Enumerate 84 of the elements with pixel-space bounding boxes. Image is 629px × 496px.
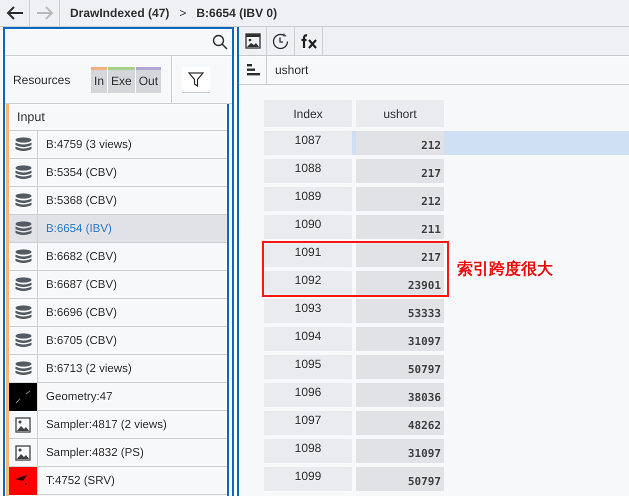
resource-item[interactable]: Geometry:47 <box>9 383 227 411</box>
resources-label: Resources <box>12 72 72 86</box>
value-cell: 48262 <box>356 411 444 435</box>
database-icon <box>14 164 32 180</box>
resource-item[interactable]: B:6705 (CBV) <box>9 327 227 355</box>
resource-item[interactable]: B:6696 (CBV) <box>9 299 227 327</box>
image-icon <box>244 33 260 49</box>
value-cell: 31097 <box>356 327 444 351</box>
database-icon <box>14 192 32 208</box>
index-cell: 1093 <box>264 299 352 323</box>
index-cell: 1091 <box>264 243 352 267</box>
value-cell: 212 <box>356 131 444 155</box>
resource-item[interactable]: B:5354 (CBV) <box>9 159 227 187</box>
filter-toggle[interactable]: In <box>91 66 108 92</box>
resource-item[interactable]: B:6713 (2 views) <box>9 355 227 383</box>
index-cell: 1089 <box>264 187 352 211</box>
index-cell: 1092 <box>264 271 352 295</box>
index-cell: 1087 <box>264 131 352 155</box>
table-row[interactable]: 1094 31097 <box>264 327 629 351</box>
table-row[interactable]: 1088 217 <box>264 159 629 183</box>
texture-thumbnail <box>9 466 37 494</box>
resource-item[interactable]: B:4759 (3 views) <box>9 131 227 159</box>
table-row[interactable]: 1092 23901 <box>264 271 444 295</box>
bar-list-icon <box>246 63 260 77</box>
filter-button[interactable] <box>182 66 210 92</box>
table-row[interactable]: 1099 50797 <box>264 467 629 491</box>
breadcrumb-item[interactable]: B:6654 (IBV 0) <box>196 6 278 20</box>
table-row[interactable]: 1095 50797 <box>264 355 629 379</box>
value-cell: 211 <box>356 215 444 239</box>
database-icon <box>14 332 32 348</box>
value-cell: 31097 <box>356 439 444 463</box>
geometry-thumbnail <box>9 382 37 410</box>
table-row[interactable]: 1098 31097 <box>264 439 629 463</box>
value-cell: 217 <box>356 243 444 267</box>
index-cell: 1090 <box>264 215 352 239</box>
value-cell: 217 <box>356 159 444 183</box>
resource-item[interactable]: T:4752 (SRV) <box>9 467 227 495</box>
image-icon <box>15 416 31 432</box>
index-cell: 1097 <box>264 411 352 435</box>
database-icon <box>14 360 32 376</box>
database-icon <box>14 136 32 152</box>
table-row[interactable]: 1089 212 <box>264 187 629 211</box>
column-header: Index <box>264 100 352 127</box>
index-cell: 1088 <box>264 159 352 183</box>
format-text[interactable]: ushort <box>267 63 308 77</box>
value-cell: 38036 <box>356 383 444 407</box>
index-cell: 1094 <box>264 327 352 351</box>
index-cell: 1096 <box>264 383 352 407</box>
resource-item[interactable]: Sampler:4832 (PS) <box>9 439 227 467</box>
database-icon <box>14 248 32 264</box>
table-row[interactable]: 1091 217 <box>264 243 444 267</box>
search-icon <box>212 34 228 50</box>
index-cell: 1099 <box>264 467 352 491</box>
image-icon <box>15 444 31 460</box>
value-cell: 53333 <box>356 299 444 323</box>
annotation-text: 索引跨度很大 <box>457 258 553 280</box>
function-icon <box>300 34 317 48</box>
value-cell: 23901 <box>356 271 444 295</box>
table-row[interactable]: 1090 211 <box>264 215 629 239</box>
table-row[interactable]: 1096 38036 <box>264 383 629 407</box>
forward-arrow-icon <box>36 6 54 20</box>
filter-toggle[interactable]: Out <box>136 66 162 92</box>
resource-item[interactable]: Sampler:4817 (2 views) <box>9 411 227 439</box>
resource-item[interactable]: B:5368 (CBV) <box>9 187 227 215</box>
resource-item[interactable]: B:6687 (CBV) <box>9 271 227 299</box>
table-row[interactable]: 1097 48262 <box>264 411 629 435</box>
breadcrumb-separator: > <box>179 6 186 20</box>
resource-item[interactable]: B:6682 (CBV) <box>9 243 227 271</box>
breadcrumb-item[interactable]: DrawIndexed (47) <box>70 6 170 20</box>
column-header: ushort <box>356 100 444 127</box>
table-row[interactable]: 1087 212 <box>264 131 629 155</box>
index-cell: 1098 <box>264 439 352 463</box>
table-row[interactable]: 1093 53333 <box>264 299 629 323</box>
database-icon <box>14 276 32 292</box>
back-arrow-icon <box>6 6 24 20</box>
value-cell: 212 <box>356 187 444 211</box>
index-cell: 1095 <box>264 355 352 379</box>
clock-icon <box>272 32 289 50</box>
filter-toggle[interactable]: Exe <box>108 66 135 92</box>
value-cell: 50797 <box>356 467 444 491</box>
database-icon <box>14 304 32 320</box>
funnel-icon <box>188 71 204 87</box>
database-icon <box>14 220 32 236</box>
value-cell: 50797 <box>356 355 444 379</box>
